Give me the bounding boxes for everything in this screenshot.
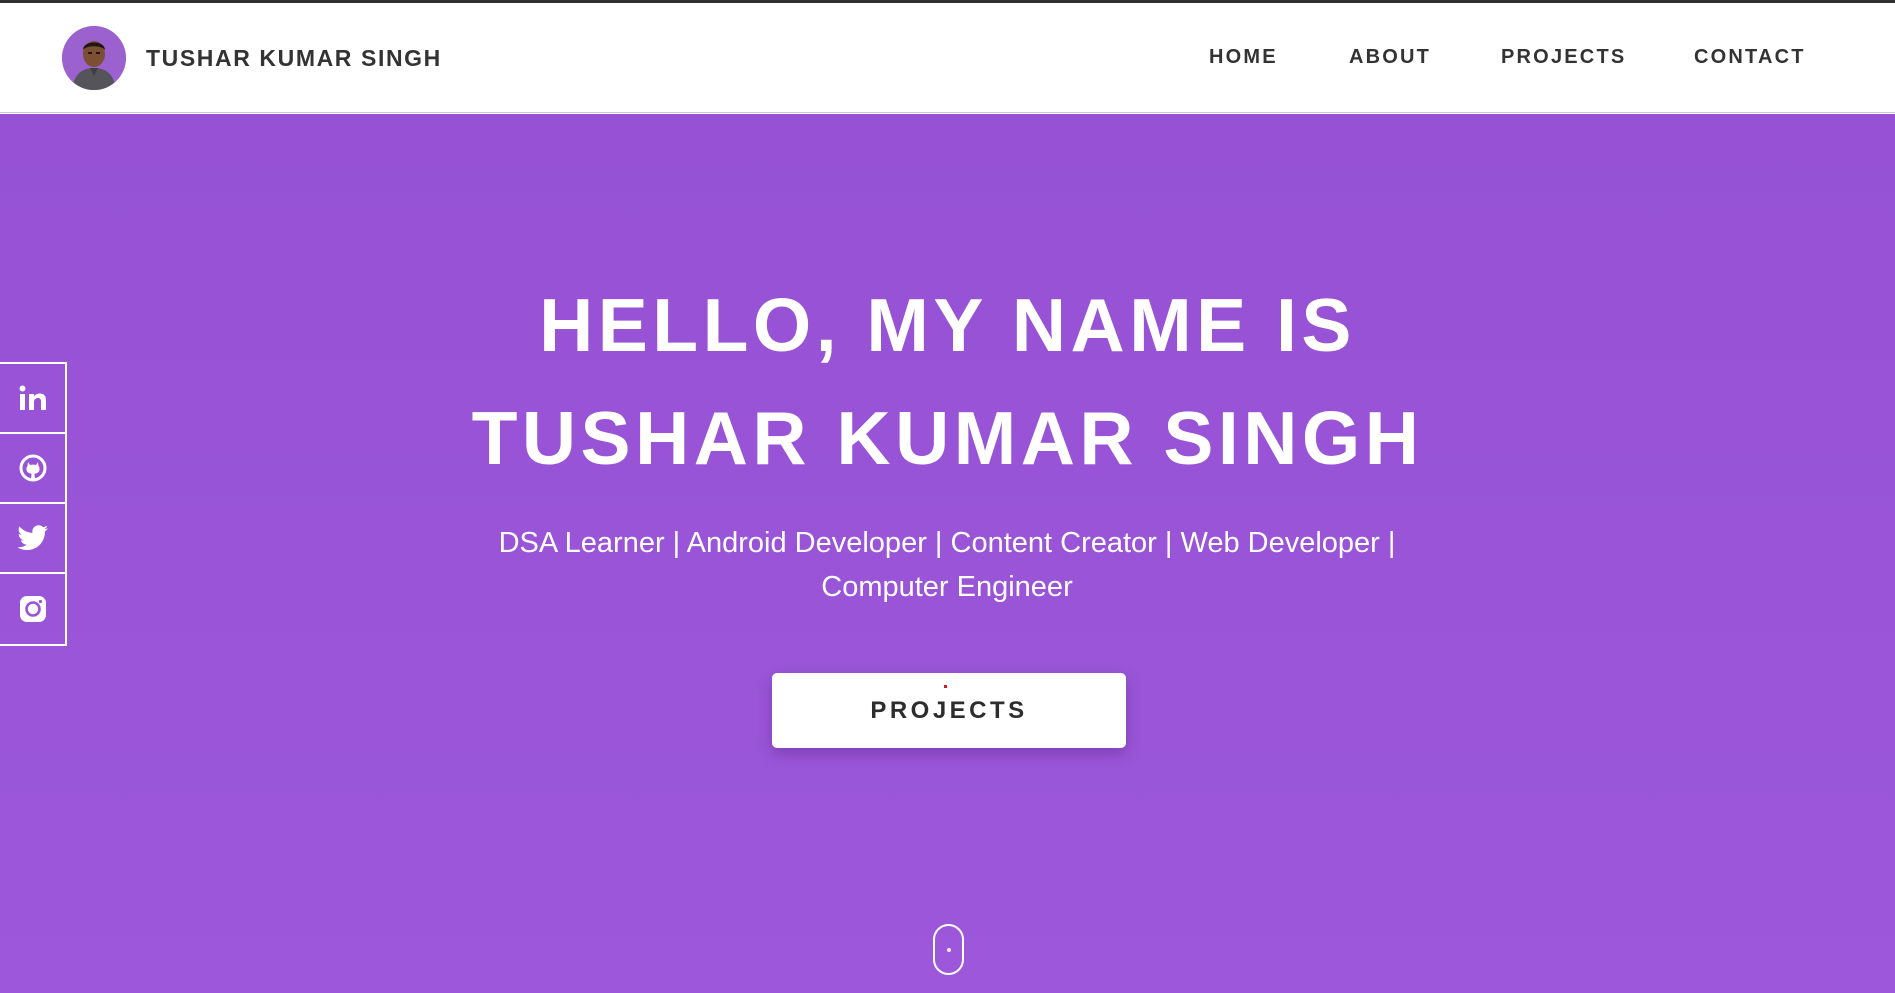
nav-projects[interactable]: PROJECTS: [1501, 46, 1626, 69]
nav-about[interactable]: ABOUT: [1349, 46, 1431, 69]
avatar: [62, 26, 126, 90]
nav-contact[interactable]: CONTACT: [1694, 46, 1806, 69]
scroll-down-indicator[interactable]: [933, 924, 964, 975]
twitter-icon: [16, 524, 48, 550]
github-link[interactable]: [0, 434, 65, 504]
github-icon: [19, 454, 46, 482]
instagram-link[interactable]: [0, 574, 65, 644]
social-sidebar: [0, 362, 67, 646]
hero-section: HELLO, MY NAME IS TUSHAR KUMAR SINGH DSA…: [0, 114, 1895, 993]
brand-name: TUSHAR KUMAR SINGH: [146, 44, 442, 71]
site-header: TUSHAR KUMAR SINGH HOME ABOUT PROJECTS C…: [0, 3, 1895, 113]
instagram-icon: [19, 596, 46, 622]
scroll-wheel-dot: [947, 948, 951, 952]
linkedin-icon: [19, 385, 46, 410]
brand-link[interactable]: TUSHAR KUMAR SINGH: [62, 26, 442, 90]
projects-button[interactable]: PROJECTS: [772, 673, 1126, 748]
hero-title-line-2: TUSHAR KUMAR SINGH: [471, 396, 1424, 480]
hero-subtitle: DSA Learner | Android Developer | Conten…: [498, 527, 1396, 603]
hero-title: HELLO, MY NAME IS TUSHAR KUMAR SINGH: [0, 269, 1895, 495]
avatar-photo: [62, 26, 126, 90]
nav-home[interactable]: HOME: [1209, 46, 1278, 69]
linkedin-link[interactable]: [0, 364, 65, 434]
twitter-link[interactable]: [0, 504, 65, 574]
mouse-cursor-marker: [944, 685, 947, 688]
hero-title-line-1: HELLO, MY NAME IS: [539, 283, 1356, 367]
